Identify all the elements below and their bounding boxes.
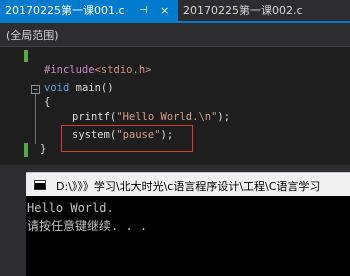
collapse-icon[interactable]: − [31, 85, 40, 94]
change-marker [24, 50, 28, 62]
code-line-include: #include<stdio.h> [44, 64, 151, 77]
console-title-bar[interactable]: D:\》》》学习\北大时光\c语言程序设计\工程\C语言学习 [26, 172, 350, 196]
preprocessor-directive: #include [44, 64, 95, 76]
console-window-icon [34, 180, 46, 190]
string-literal: "Hello World.\n" [116, 111, 218, 123]
function-signature: main() [69, 82, 114, 94]
fold-guide-line [35, 94, 36, 144]
function-call: printf( [72, 111, 117, 123]
pin-icon[interactable]: ⊣ [139, 0, 148, 21]
keyword: void [44, 82, 70, 94]
document-tab-bar: 20170225第一课001.c ⊣ × 20170225第一课002.c [0, 0, 350, 21]
tab-20170225-002[interactable]: 20170225第一课002.c [178, 0, 350, 21]
scope-dropdown[interactable]: (全局范围) [6, 27, 59, 43]
console-title-path: D:\》》》学习\北大时光\c语言程序设计\工程\C语言学习 [56, 180, 321, 193]
code-line-printf: printf("Hello World.\n"); [72, 111, 230, 124]
tab-label: 20170225第一课001.c [5, 4, 125, 17]
console-output-line: Hello World. [27, 201, 114, 215]
close-icon[interactable]: × [160, 0, 169, 21]
code-line-open-brace: { [44, 96, 51, 108]
include-header: <stdio.h> [94, 64, 152, 76]
console-output-area[interactable]: Hello World. 请按任意键继续. . . [26, 196, 350, 276]
console-output-line: 请按任意键继续. . . [27, 219, 148, 233]
code-line-main: void main() [44, 82, 114, 95]
call-end: ); [217, 111, 231, 123]
ide-background [0, 165, 26, 276]
code-editor[interactable]: #include<stdio.h> − void main() { printf… [0, 47, 350, 165]
annotation-highlight-box [61, 125, 193, 152]
change-marker [24, 143, 28, 157]
tab-20170225-001[interactable]: 20170225第一课001.c ⊣ × [0, 0, 178, 21]
code-line-close-brace: } [40, 143, 47, 155]
scope-navigation-bar: (全局范围) [0, 23, 350, 47]
tab-label: 20170225第一课002.c [183, 4, 303, 17]
